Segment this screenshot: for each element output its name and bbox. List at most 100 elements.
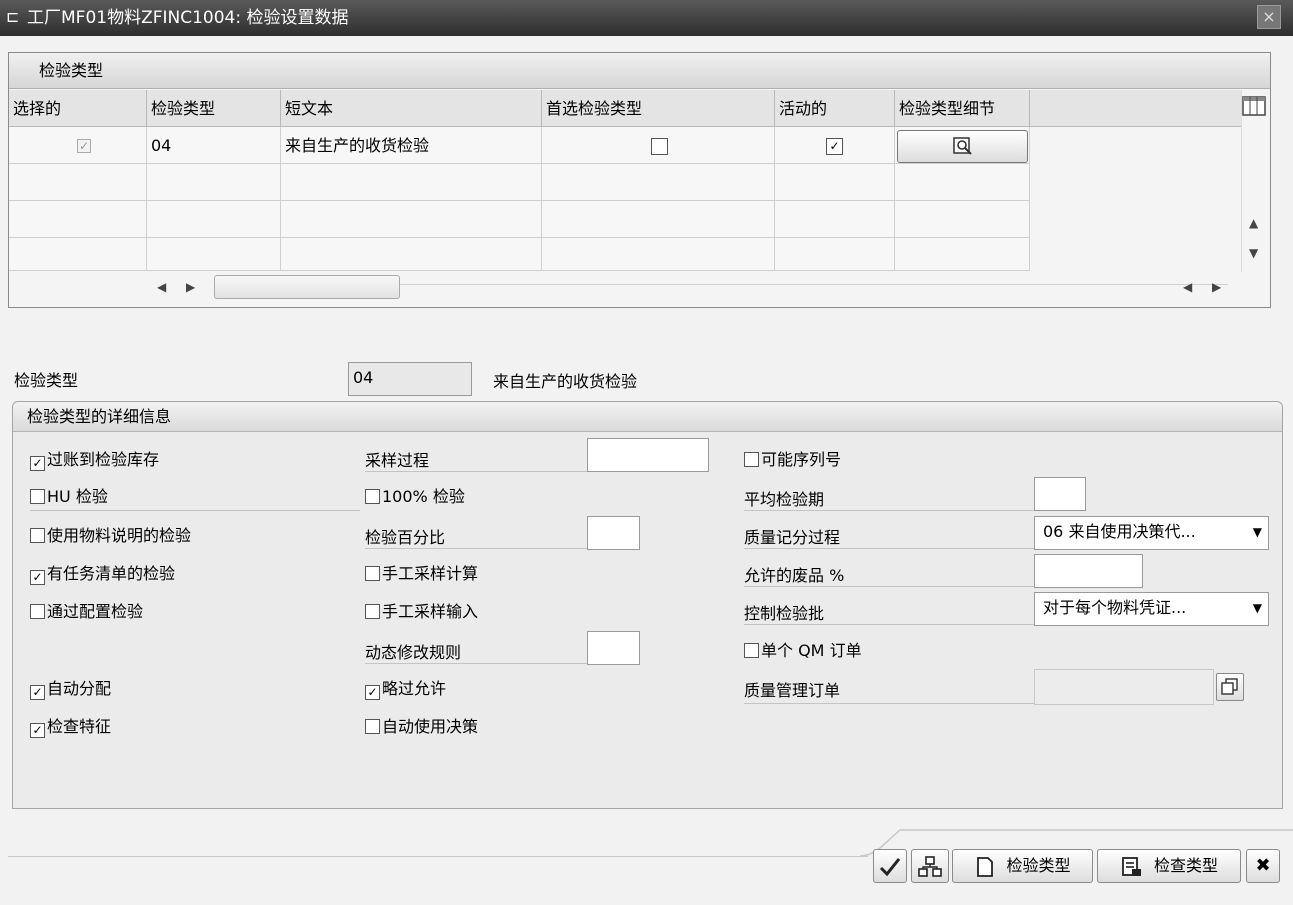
- table-cell: [542, 238, 775, 271]
- 100-percent-insp-checkbox[interactable]: 100% 检验: [365, 487, 465, 507]
- insp-type-text: 来自生产的收货检验: [493, 372, 638, 391]
- checkbox-label: 有任务清单的检验: [47, 564, 176, 583]
- insp-type-field[interactable]: 04: [348, 362, 472, 396]
- checkbox-box[interactable]: ✓: [30, 456, 45, 471]
- close-window-button[interactable]: ×: [1257, 5, 1281, 29]
- single-qm-order-checkbox[interactable]: 单个 QM 订单: [744, 641, 862, 661]
- insp-percent-field[interactable]: [587, 516, 640, 550]
- preferred-checkbox[interactable]: [651, 138, 668, 155]
- check-type-button[interactable]: 检查类型: [1097, 849, 1241, 883]
- checkbox-label: 略过允许: [382, 679, 447, 698]
- divider: [744, 624, 1034, 625]
- insp-with-task-list-checkbox[interactable]: ✓ 有任务清单的检验: [30, 564, 176, 585]
- auto-assignment-checkbox[interactable]: ✓ 自动分配: [30, 679, 111, 700]
- hu-inspection-checkbox[interactable]: HU 检验: [30, 487, 108, 507]
- scroll-left-icon[interactable]: ◀: [157, 280, 166, 294]
- qscore-procedure-label: 质量记分过程: [744, 528, 841, 547]
- checkbox-box[interactable]: [365, 719, 380, 734]
- scroll-right-icon[interactable]: ▶: [186, 280, 195, 294]
- checkbox-box[interactable]: [744, 643, 759, 658]
- checkbox-box[interactable]: [30, 604, 45, 619]
- avg-insp-duration-field[interactable]: [1034, 477, 1086, 511]
- table-cell: [542, 164, 775, 201]
- sampling-procedure-field[interactable]: [587, 438, 709, 472]
- chevron-down-icon[interactable]: ▼: [1253, 593, 1262, 623]
- manual-sample-entry-checkbox[interactable]: 手工采样输入: [365, 602, 478, 622]
- column-header-selected[interactable]: 选择的: [9, 90, 147, 127]
- details-group-title: 检验类型的详细信息: [27, 407, 172, 426]
- auto-usage-decision-checkbox[interactable]: 自动使用决策: [365, 717, 478, 737]
- skip-allowed-checkbox[interactable]: ✓ 略过允许: [365, 679, 447, 700]
- dropdown-value: 06 来自使用决策代...: [1043, 522, 1196, 541]
- qm-order-field[interactable]: [1034, 669, 1214, 705]
- scroll-left-icon-2[interactable]: ◀: [1183, 280, 1192, 294]
- control-insp-lot-dropdown[interactable]: 对于每个物料凭证... ▼: [1034, 592, 1269, 626]
- column-settings-icon[interactable]: [1241, 95, 1267, 117]
- post-to-insp-stock-checkbox[interactable]: ✓ 过账到检验库存: [30, 450, 159, 471]
- column-header-empty: [1030, 90, 1241, 127]
- cell-short-text: 来自生产的收货检验: [281, 127, 542, 164]
- check-characteristics-checkbox[interactable]: ✓ 检查特征: [30, 717, 112, 738]
- checkbox-box[interactable]: [30, 528, 45, 543]
- active-checkbox[interactable]: ✓: [826, 138, 843, 155]
- table-cell: [895, 201, 1030, 238]
- insp-type-button[interactable]: 检验类型: [952, 849, 1093, 883]
- qscore-procedure-dropdown[interactable]: 06 来自使用决策代... ▼: [1034, 516, 1269, 550]
- column-header-details[interactable]: 检验类型细节: [895, 90, 1030, 127]
- table-cell: [895, 164, 1030, 201]
- where-used-button[interactable]: [911, 849, 949, 883]
- table-row: [9, 238, 147, 271]
- list-document-icon: [1122, 856, 1141, 876]
- checkbox-label: 使用物料说明的检验: [47, 526, 192, 545]
- checkbox-box[interactable]: [365, 566, 380, 581]
- column-header-insp-type[interactable]: 检验类型: [147, 90, 281, 127]
- checkbox-box[interactable]: ✓: [30, 570, 45, 585]
- column-header-preferred[interactable]: 首选检验类型: [542, 90, 775, 127]
- vertical-scrollbar[interactable]: [1241, 90, 1269, 272]
- scroll-down-icon[interactable]: ▼: [1249, 246, 1258, 260]
- divider: [744, 586, 1034, 587]
- serial-number-possible-checkbox[interactable]: 可能序列号: [744, 450, 841, 470]
- checkmark-icon: [879, 857, 901, 876]
- table-cell: [281, 238, 542, 271]
- table-cell: [775, 238, 895, 271]
- horizontal-scroll-thumb[interactable]: [214, 275, 400, 299]
- table-cell: [775, 201, 895, 238]
- divider: [744, 510, 1034, 511]
- control-insp-lot-label: 控制检验批: [744, 604, 825, 623]
- cancel-button[interactable]: ✖: [1246, 849, 1280, 883]
- scroll-up-icon[interactable]: ▲: [1249, 216, 1258, 230]
- checkbox-box[interactable]: [365, 604, 380, 619]
- checkbox-label: 检查特征: [47, 717, 112, 736]
- table-title: 检验类型: [39, 61, 104, 80]
- checkbox-box[interactable]: ✓: [365, 685, 380, 700]
- confirm-button[interactable]: [873, 849, 907, 883]
- checkbox-label: 100% 检验: [382, 487, 465, 506]
- checkbox-label: 手工采样输入: [382, 602, 479, 621]
- table-cell: [147, 164, 281, 201]
- avg-insp-duration-label: 平均检验期: [744, 490, 825, 509]
- insp-type-label: 检验类型: [14, 371, 79, 390]
- copy-icon[interactable]: [1216, 673, 1244, 701]
- insp-type-button-label: 检验类型: [1006, 856, 1071, 875]
- insp-by-config-checkbox[interactable]: 通过配置检验: [30, 602, 143, 622]
- divider: [744, 703, 1034, 704]
- dyn-mod-rule-field[interactable]: [587, 631, 640, 665]
- magnifier-icon: [952, 136, 972, 155]
- checkbox-label: 通过配置检验: [47, 602, 144, 621]
- allowed-scrap-field[interactable]: [1034, 554, 1143, 588]
- checkbox-box[interactable]: [365, 489, 380, 504]
- column-header-short-text[interactable]: 短文本: [281, 90, 542, 127]
- insp-with-mat-spec-checkbox[interactable]: 使用物料说明的检验: [30, 526, 191, 546]
- window-menu-icon[interactable]: ⊏: [6, 8, 24, 26]
- column-header-active[interactable]: 活动的: [775, 90, 895, 127]
- checkbox-box[interactable]: ✓: [30, 723, 45, 738]
- chevron-down-icon[interactable]: ▼: [1253, 517, 1262, 547]
- checkbox-box[interactable]: ✓: [30, 685, 45, 700]
- checkbox-box[interactable]: [30, 489, 45, 504]
- insp-type-details-button[interactable]: [897, 130, 1028, 163]
- scroll-right-icon-2[interactable]: ▶: [1212, 280, 1221, 294]
- checkbox-box[interactable]: [744, 452, 759, 467]
- hierarchy-icon: [918, 855, 942, 877]
- manual-sample-calc-checkbox[interactable]: 手工采样计算: [365, 564, 478, 584]
